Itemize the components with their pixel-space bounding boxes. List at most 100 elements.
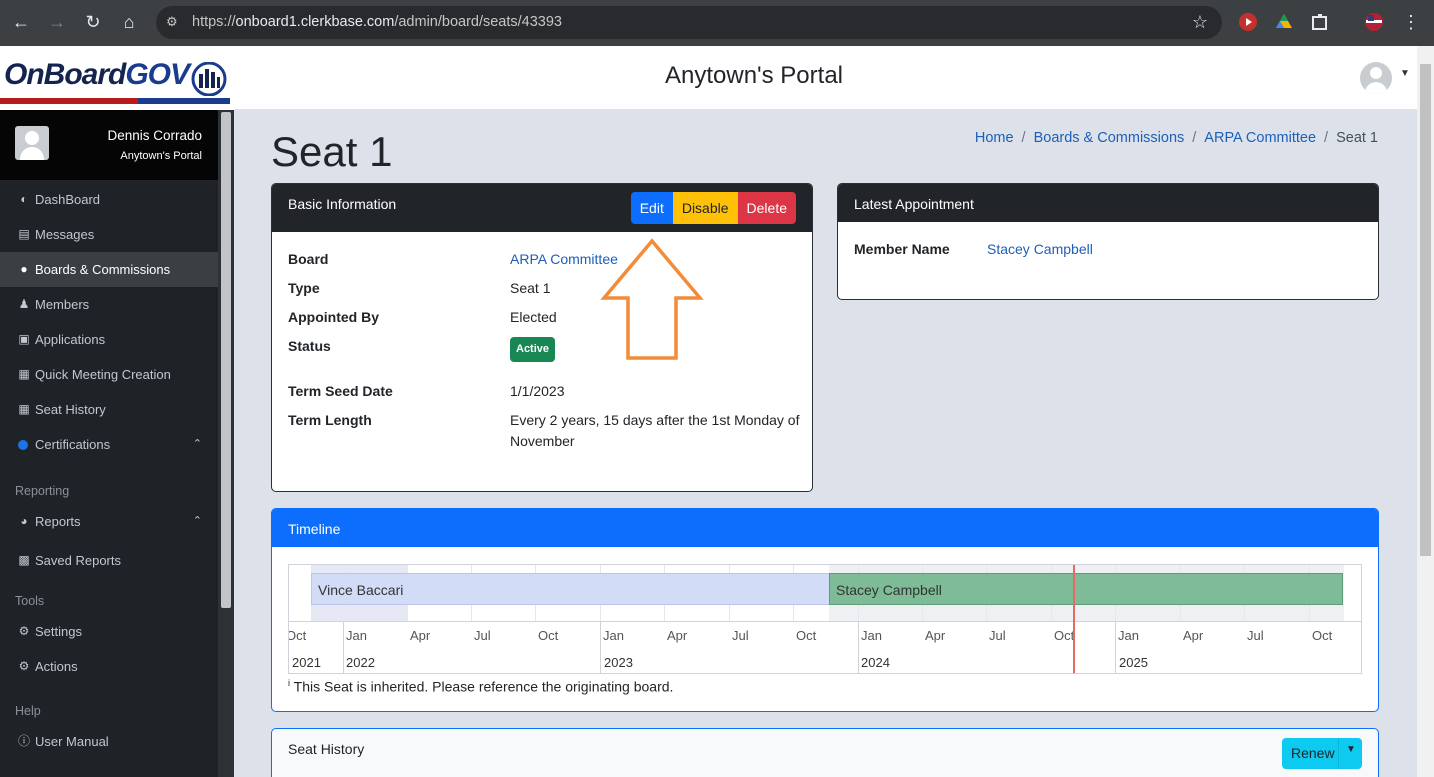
sidebar: OnBoardGOV Dennis Corrado Anytown's Port… — [0, 46, 234, 777]
blue-dot-icon — [18, 440, 28, 450]
url-text: https://onboard1.clerkbase.com/admin/boa… — [192, 14, 562, 30]
sidebar-item-label: Boards & Commissions — [35, 262, 171, 277]
top-header: Anytown's Portal ▼ — [234, 46, 1417, 110]
sidebar-item-label: Saved Reports — [35, 553, 121, 568]
sidebar-item-applications[interactable]: ▣ Applications — [0, 322, 218, 357]
logo-stripe — [0, 98, 230, 104]
sidebar-item-label: User Manual — [35, 734, 109, 749]
menu-header-tools: Tools — [15, 594, 45, 608]
breadcrumb: Home / Boards & Commissions / ARPA Committee… — [974, 130, 1378, 146]
breadcrumb-home[interactable]: Home — [975, 130, 1014, 146]
timeline-month-label: Jan — [861, 628, 882, 643]
timeline-year-label: 2021 — [292, 655, 321, 670]
id-card-icon: ▣ — [18, 332, 30, 346]
timeline-month-label: Jan — [1118, 628, 1139, 643]
save-icon: ▩ — [18, 553, 30, 567]
breadcrumb-boards[interactable]: Boards & Commissions — [1034, 130, 1185, 146]
user-panel[interactable]: Dennis Corrado Anytown's Portal — [0, 110, 218, 180]
sidebar-item-user-manual[interactable]: ⓘ User Manual — [0, 724, 218, 759]
type-value: Seat 1 — [510, 280, 551, 296]
type-label: Type — [288, 280, 320, 296]
logo-text-accent: GOV — [125, 58, 190, 91]
chevron-up-icon: ⌃ — [192, 515, 202, 527]
address-bar[interactable]: ⚙ https://onboard1.clerkbase.com/admin/b… — [156, 6, 1222, 39]
timeline-month-label: Oct — [538, 628, 559, 643]
extensions-puzzle-icon[interactable] — [1310, 12, 1330, 32]
sidebar-item-settings[interactable]: ⚙ Settings — [0, 614, 218, 649]
term-length-label: Term Length — [288, 412, 372, 428]
sidebar-item-label: Messages — [35, 227, 95, 242]
sidebar-item-actions[interactable]: ⚙ Actions — [0, 649, 218, 684]
user-avatar — [15, 126, 49, 160]
timeline-chart: Vince Baccari Stacey Campbell Oct Jan Ap… — [288, 564, 1362, 674]
timeline-bar-vince-baccari[interactable]: Vince Baccari — [311, 573, 830, 605]
timeline-year-label: 2023 — [604, 655, 633, 670]
chevron-up-icon: ⌃ — [192, 438, 202, 450]
back-arrow-icon[interactable]: ← — [10, 11, 32, 33]
sidebar-item-dashboard[interactable]: ◐ DashBoard — [0, 182, 218, 217]
inbox-icon: ▤ — [18, 227, 30, 241]
sidebar-item-boards-commissions[interactable]: ● Boards & Commissions — [0, 252, 218, 287]
breadcrumb-committee[interactable]: ARPA Committee — [1204, 130, 1316, 146]
breadcrumb-current: Seat 1 — [1336, 130, 1378, 146]
timeline-month-label: Jul — [1247, 628, 1264, 643]
tachometer-icon: ◐ — [20, 192, 28, 206]
timeline-note: i This Seat is inherited. Please referen… — [288, 678, 673, 695]
status-label: Status — [288, 338, 331, 354]
logo[interactable]: OnBoardGOV — [0, 46, 234, 110]
sidebar-item-messages[interactable]: ▤ Messages — [0, 217, 218, 252]
bookmark-star-icon[interactable]: ☆ — [1192, 12, 1208, 33]
seat-history-title: Seat History — [288, 741, 365, 757]
youtube-extension-icon[interactable] — [1238, 12, 1258, 32]
browser-menu-icon[interactable]: ⋮ — [1400, 11, 1422, 33]
sidebar-item-quick-meeting[interactable]: ▦ Quick Meeting Creation — [0, 357, 218, 392]
timeline-title: Timeline — [288, 521, 341, 537]
basic-info-card: Basic Information Edit Disable Delete Bo… — [271, 183, 813, 492]
sidebar-item-saved-reports[interactable]: ▩ Saved Reports — [0, 543, 218, 578]
page-scroll-thumb[interactable] — [1420, 64, 1431, 556]
forward-arrow-icon[interactable]: → — [46, 11, 68, 33]
timeline-month-label: Apr — [925, 628, 946, 643]
user-name: Dennis Corrado — [107, 128, 202, 143]
timeline-month-label: Oct — [288, 628, 307, 643]
sidebar-scroll-thumb[interactable] — [221, 112, 231, 608]
annotation-arrow-icon — [600, 238, 704, 360]
renew-button[interactable]: Renew ▼ — [1282, 738, 1362, 769]
sidebar-item-seat-history[interactable]: ▦ Seat History — [0, 392, 218, 427]
timeline-month-label: Oct — [1312, 628, 1333, 643]
account-avatar[interactable] — [1360, 62, 1392, 94]
delete-button[interactable]: Delete — [737, 192, 796, 224]
timeline-month-label: Jul — [989, 628, 1006, 643]
timeline-month-label: Oct — [796, 628, 817, 643]
menu-header-reporting: Reporting — [15, 484, 70, 498]
term-seed-date-label: Term Seed Date — [288, 383, 393, 399]
term-length-value: Every 2 years, 15 days after the 1st Mon… — [510, 412, 800, 449]
member-name-link[interactable]: Stacey Campbell — [987, 241, 1093, 257]
term-seed-date-value: 1/1/2023 — [510, 383, 565, 399]
reload-icon[interactable]: ↻ — [82, 11, 104, 33]
page-title: Seat 1 — [271, 128, 393, 175]
sidebar-item-reports[interactable]: ◕ Reports ⌃ — [0, 504, 218, 539]
site-settings-icon[interactable]: ⚙ — [166, 14, 182, 30]
home-icon[interactable]: ⌂ — [118, 11, 140, 33]
calendar-plus-icon: ▦ — [18, 367, 30, 381]
member-name-label: Member Name — [854, 241, 950, 257]
account-caret-icon[interactable]: ▼ — [1400, 68, 1410, 79]
sidebar-item-certifications[interactable]: Certifications ⌃ — [0, 427, 218, 462]
sidebar-item-label: Seat History — [35, 402, 106, 417]
edit-button[interactable]: Edit — [630, 192, 673, 224]
timeline-bar-stacey-campbell[interactable]: Stacey Campbell — [829, 573, 1343, 605]
appointed-by-label: Appointed By — [288, 309, 379, 325]
timeline-month-label: Oct — [1054, 628, 1075, 643]
seat-history-card: Seat History Renew ▼ — [271, 728, 1379, 777]
drive-extension-icon[interactable] — [1274, 12, 1294, 32]
disable-button[interactable]: Disable — [672, 192, 738, 224]
page-scrollbar[interactable] — [1417, 46, 1434, 777]
logo-text: OnBoard — [4, 58, 126, 91]
sidebar-item-members[interactable]: ♟ Members — [0, 287, 218, 322]
timeline-current-date-marker — [1073, 565, 1075, 673]
profile-avatar-icon[interactable] — [1364, 12, 1384, 32]
sidebar-scrollbar[interactable] — [218, 110, 234, 777]
users-icon: ● — [20, 262, 28, 276]
renew-dropdown-caret-icon[interactable]: ▼ — [1346, 744, 1356, 755]
